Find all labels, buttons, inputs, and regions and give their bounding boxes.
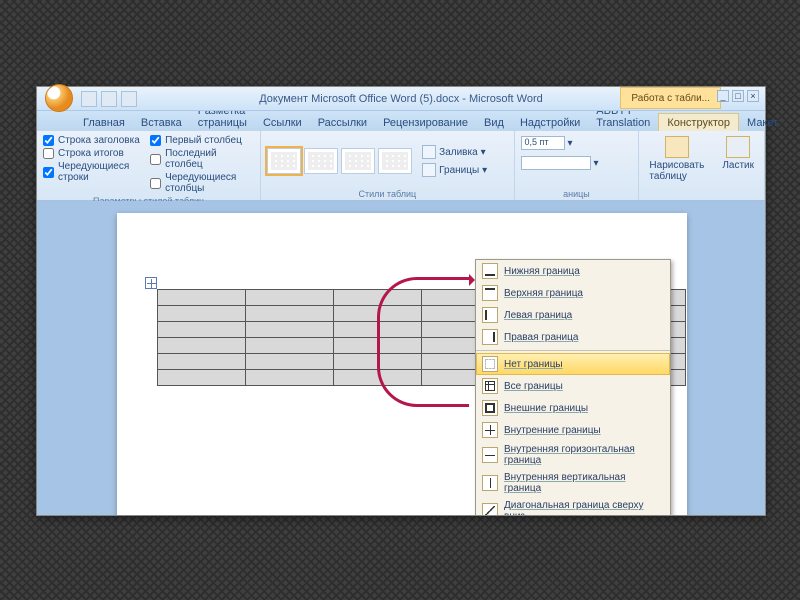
menu-border-left[interactable]: Левая граница <box>476 304 670 326</box>
chk-header-row[interactable]: Строка заголовка <box>43 134 140 147</box>
group-label-table-styles: Стили таблиц <box>267 188 507 199</box>
table-cell[interactable] <box>158 306 246 322</box>
shading-dropdown[interactable]: Заливка▾ <box>422 143 487 161</box>
draw-table-button[interactable]: Нарисовать таблицу <box>645 134 708 184</box>
border-none-icon <box>482 356 498 372</box>
pen-width-select[interactable]: 0,5 пт▾ <box>521 134 573 152</box>
chk-total-row[interactable]: Строка итогов <box>43 147 140 160</box>
table-style-1[interactable] <box>267 148 301 174</box>
border-all-icon <box>482 378 498 394</box>
pen-style-select[interactable]: ▾ <box>521 154 599 172</box>
borders-icon <box>422 163 436 177</box>
context-tab-table-tools[interactable]: Работа с табли... <box>620 87 721 109</box>
menu-border-inside-v[interactable]: Внутренняя вертикальная граница <box>476 469 670 497</box>
pencil-table-icon <box>665 136 689 158</box>
table-cell[interactable] <box>158 338 246 354</box>
table-cell[interactable] <box>158 290 246 306</box>
table-cell[interactable] <box>158 354 246 370</box>
chk-last-col[interactable]: Последний столбец <box>150 147 254 171</box>
border-right-icon <box>482 329 498 345</box>
tab-references[interactable]: Ссылки <box>255 114 310 131</box>
menu-border-diag-down[interactable]: Диагональная граница сверху вниз <box>476 497 670 515</box>
tab-review[interactable]: Рецензирование <box>375 114 476 131</box>
border-top-icon <box>482 285 498 301</box>
border-bottom-icon <box>482 263 498 279</box>
chk-last-col-box <box>150 154 161 165</box>
chk-banded-rows-box <box>43 167 54 178</box>
tab-mailings[interactable]: Рассылки <box>310 114 375 131</box>
table-cell[interactable] <box>158 370 246 386</box>
chk-first-col-box <box>150 135 161 146</box>
close-button[interactable]: × <box>747 90 759 102</box>
tab-home[interactable]: Главная <box>75 114 133 131</box>
chk-header-row-box <box>43 135 54 146</box>
menu-border-inside[interactable]: Внутренние границы <box>476 419 670 441</box>
menu-border-none[interactable]: Нет границы <box>476 353 670 375</box>
qat-undo-icon[interactable] <box>101 91 117 107</box>
group-draw-borders: 0,5 пт▾ ▾ аницы <box>515 131 640 200</box>
menu-border-all[interactable]: Все границы <box>476 375 670 397</box>
chk-banded-cols-box <box>150 178 161 189</box>
chk-first-col[interactable]: Первый столбец <box>150 134 254 147</box>
menu-border-bottom[interactable]: Нижняя граница <box>476 260 670 282</box>
table-style-3[interactable] <box>341 148 375 174</box>
group-draw-table: Нарисовать таблицу Ластик <box>639 131 765 200</box>
table-style-2[interactable] <box>304 148 338 174</box>
tab-addins[interactable]: Надстройки <box>512 114 588 131</box>
document-area[interactable]: Нижняя граница Верхняя граница Левая гра… <box>37 201 765 515</box>
table-cell[interactable] <box>246 322 334 338</box>
border-outside-icon <box>482 400 498 416</box>
menu-border-right[interactable]: Правая граница <box>476 326 670 348</box>
chk-banded-rows[interactable]: Чередующиеся строки <box>43 160 140 184</box>
group-label-draw-borders: аницы <box>521 188 633 199</box>
borders-dropdown[interactable]: Границы▾ <box>422 161 487 179</box>
annotation-arrow <box>377 277 469 407</box>
qat-save-icon[interactable] <box>81 91 97 107</box>
titlebar: Документ Microsoft Office Word (5).docx … <box>37 87 765 111</box>
ribbon: Строка заголовка Строка итогов Чередующи… <box>37 131 765 201</box>
table-cell[interactable] <box>246 370 334 386</box>
chk-total-row-box <box>43 148 54 159</box>
menu-border-outside[interactable]: Внешние границы <box>476 397 670 419</box>
fill-icon <box>422 145 436 159</box>
qat-redo-icon[interactable] <box>121 91 137 107</box>
table-cell[interactable] <box>158 322 246 338</box>
menu-border-top[interactable]: Верхняя граница <box>476 282 670 304</box>
chk-banded-cols[interactable]: Чередующиеся столбцы <box>150 171 254 195</box>
tab-insert[interactable]: Вставка <box>133 114 190 131</box>
word-window: Документ Microsoft Office Word (5).docx … <box>36 86 766 516</box>
maximize-button[interactable]: □ <box>732 90 744 102</box>
border-left-icon <box>482 307 498 323</box>
menu-border-inside-h[interactable]: Внутренняя горизонтальная граница <box>476 441 670 469</box>
tab-view[interactable]: Вид <box>476 114 512 131</box>
table-move-handle[interactable] <box>145 277 157 289</box>
table-cell[interactable] <box>246 354 334 370</box>
group-table-style-options: Строка заголовка Строка итогов Чередующи… <box>37 131 261 200</box>
diag-down-icon <box>482 503 498 515</box>
borders-menu: Нижняя граница Верхняя граница Левая гра… <box>475 259 671 515</box>
group-table-styles: Заливка▾ Границы▾ Стили таблиц <box>261 131 514 200</box>
table-cell[interactable] <box>246 290 334 306</box>
table-cell[interactable] <box>246 306 334 322</box>
border-inside-v-icon <box>482 475 498 491</box>
border-inside-h-icon <box>482 447 498 463</box>
tab-layout[interactable]: Макет <box>739 114 786 131</box>
eraser-icon <box>726 136 750 158</box>
table-cell[interactable] <box>246 338 334 354</box>
minimize-button[interactable]: _ <box>717 90 729 102</box>
eraser-button[interactable]: Ластик <box>718 134 758 173</box>
ribbon-tabs: Главная Вставка Разметка страницы Ссылки… <box>37 111 765 131</box>
table-style-4[interactable] <box>378 148 412 174</box>
tab-design[interactable]: Конструктор <box>658 113 739 131</box>
border-inside-icon <box>482 422 498 438</box>
office-button[interactable] <box>45 84 73 112</box>
